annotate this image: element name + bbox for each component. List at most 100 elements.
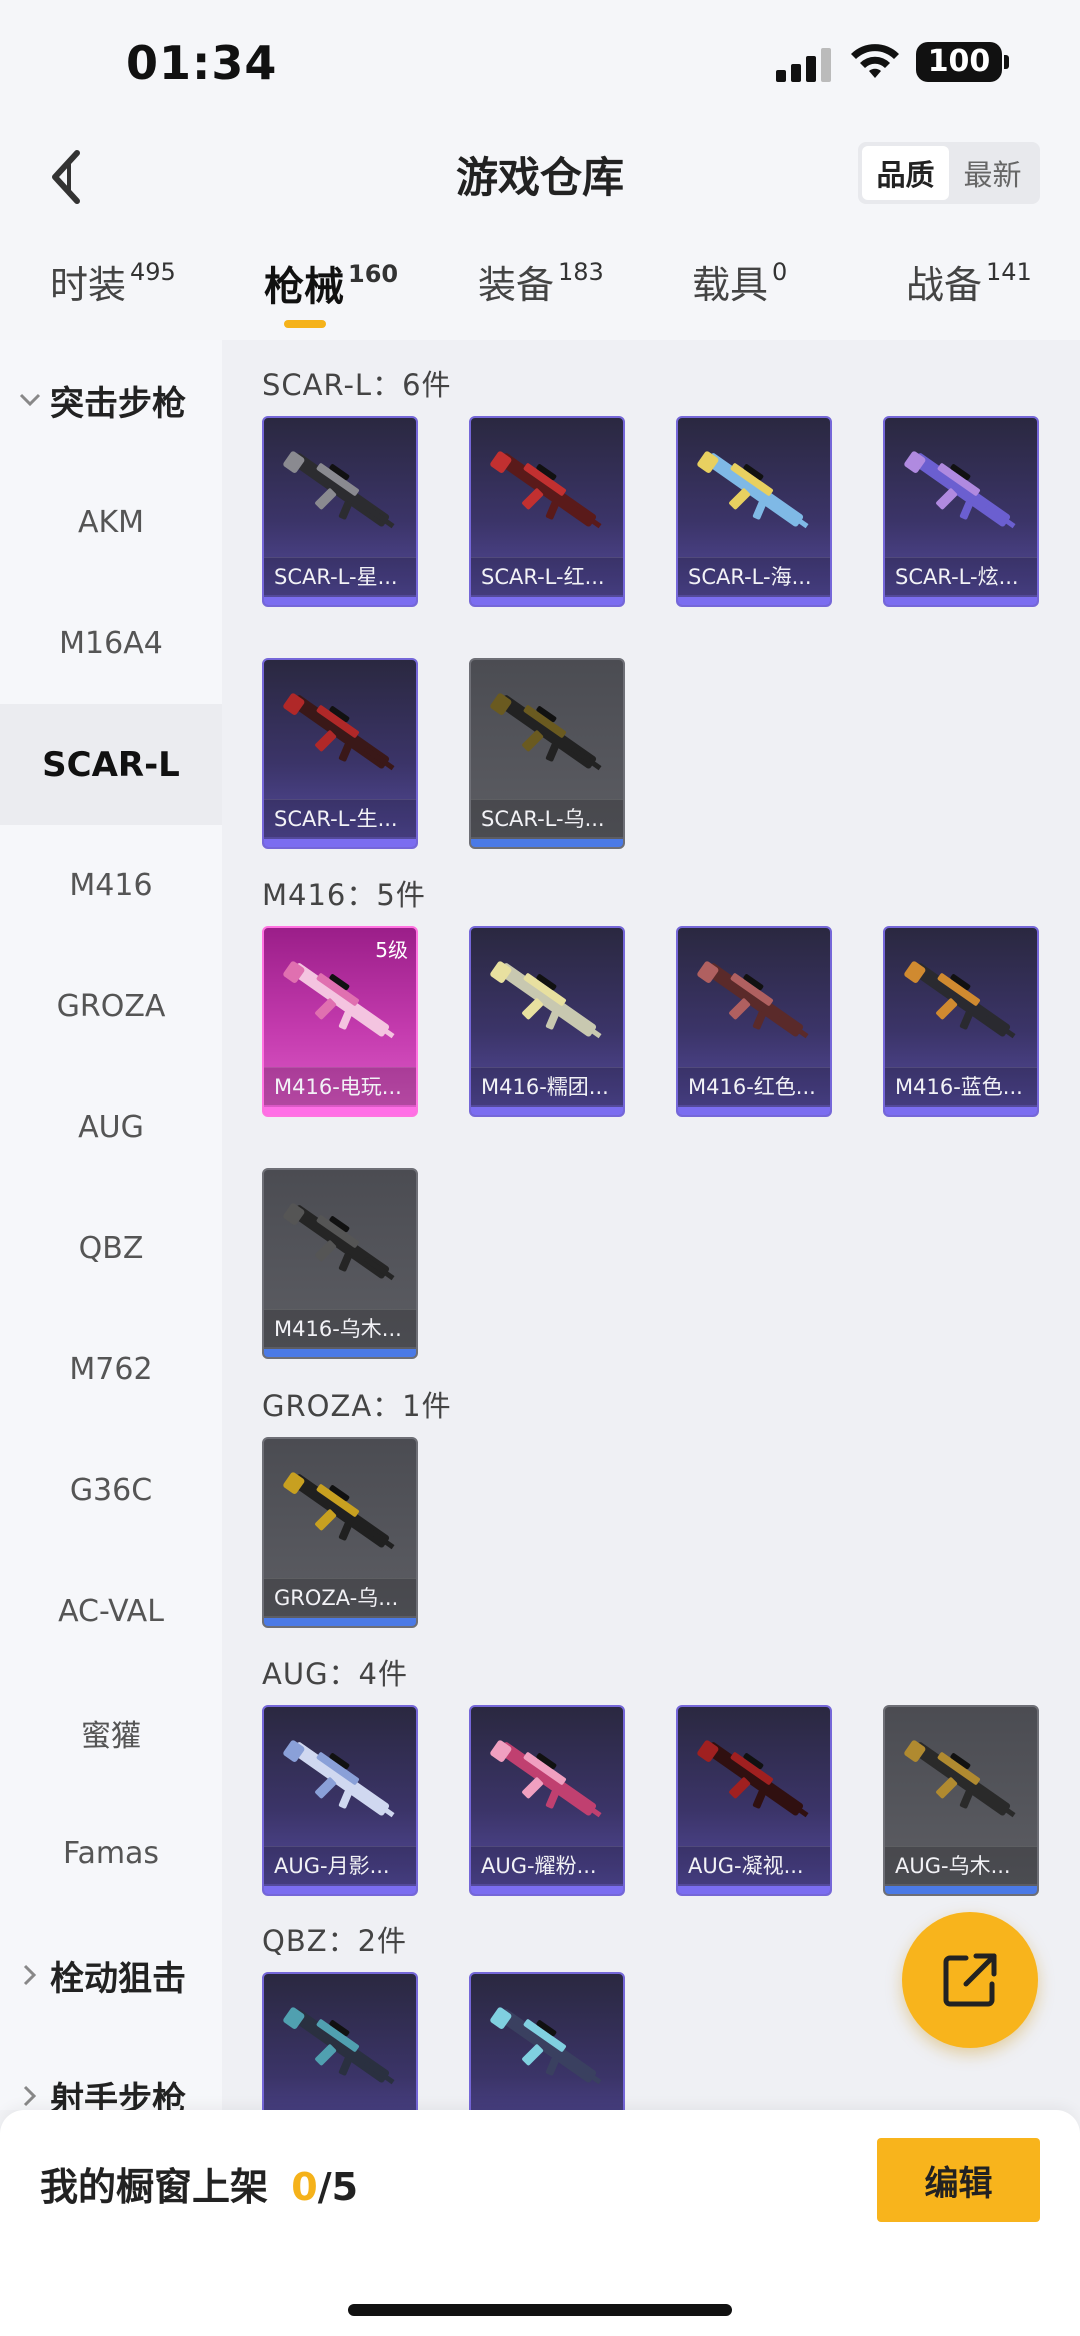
weapon-grid: SCAR-L：6件 SCAR-L-星... SCAR-L-红... SCAR-L-海.…	[222, 340, 1080, 2110]
sidebar-item[interactable]: AC-VAL	[0, 1551, 222, 1672]
tab-equipment[interactable]: 装备 183	[478, 254, 604, 309]
rarity-bar	[885, 1107, 1037, 1115]
section-title: M416：5件	[262, 878, 426, 912]
tab-vehicles[interactable]: 载具 0	[692, 254, 787, 309]
tab-label: 装备	[478, 263, 555, 307]
weapon-skin-card[interactable]: M416-红色...	[676, 926, 832, 1117]
rarity-bar	[471, 839, 623, 847]
level-badge: 5级	[375, 938, 408, 962]
rifle-skin-icon	[697, 1740, 809, 1818]
sidebar-item[interactable]: Famas	[0, 1793, 222, 1914]
sidebar-item[interactable]: AKM	[0, 462, 222, 583]
weapon-skin-name: AUG-乌木...	[885, 1846, 1037, 1884]
weapon-skin-card[interactable]	[469, 1972, 625, 2110]
weapon-skin-card[interactable]: SCAR-L-生...	[262, 658, 418, 849]
rifle-skin-icon	[904, 1740, 1016, 1818]
tab-label: 战备	[906, 263, 983, 307]
sidebar-item[interactable]: QBZ	[0, 1188, 222, 1309]
rarity-bar	[678, 1886, 830, 1894]
tab-supplies[interactable]: 战备 141	[906, 254, 1032, 309]
weapon-skin-name: GROZA-乌...	[264, 1578, 416, 1616]
weapon-skin-card[interactable]: 5级 M416-电玩...	[262, 926, 418, 1117]
rarity-bar	[264, 597, 416, 605]
weapon-skin-card[interactable]: M416-乌木...	[262, 1168, 418, 1359]
weapon-skin-card[interactable]: AUG-乌木...	[883, 1705, 1039, 1896]
weapon-skin-name: SCAR-L-生...	[264, 799, 416, 837]
rifle-skin-icon	[283, 1472, 395, 1550]
section-title: AUG：4件	[262, 1657, 408, 1691]
rifle-skin-icon	[283, 451, 395, 529]
tab-count: 141	[986, 258, 1032, 286]
header: 游戏仓库 品质 最新	[0, 120, 1080, 232]
rarity-bar	[264, 1618, 416, 1626]
rifle-skin-icon	[283, 693, 395, 771]
weapon-skin-card[interactable]: AUG-耀粉...	[469, 1705, 625, 1896]
showcase-total: /5	[317, 2165, 359, 2209]
sidebar-group-label: 栓动狙击	[50, 1958, 186, 1999]
sort-quality-option[interactable]: 品质	[862, 146, 949, 200]
edit-button[interactable]: 编辑	[877, 2138, 1040, 2222]
rifle-skin-icon	[490, 451, 602, 529]
rifle-skin-icon	[490, 2007, 602, 2085]
tab-fashion[interactable]: 时装 495	[50, 254, 176, 309]
rifle-skin-icon	[697, 451, 809, 529]
rifle-skin-icon	[490, 961, 602, 1039]
status-time: 01:34	[126, 36, 278, 90]
weapon-skin-name: AUG-月影...	[264, 1846, 416, 1884]
rarity-bar	[471, 597, 623, 605]
sidebar-group-bolt-action[interactable]: 栓动狙击	[0, 1925, 222, 2025]
rifle-skin-icon	[490, 693, 602, 771]
sidebar-item[interactable]: M416	[0, 825, 222, 946]
rifle-skin-icon	[283, 1740, 395, 1818]
chevron-right-icon	[16, 2085, 44, 2107]
weapon-skin-card[interactable]: GROZA-乌...	[262, 1437, 418, 1628]
weapon-skin-card[interactable]: M416-糯团...	[469, 926, 625, 1117]
showcase-bar: 我的橱窗上架 0/5 编辑	[0, 2110, 1080, 2336]
weapon-skin-name: SCAR-L-海...	[678, 557, 830, 595]
rarity-bar	[471, 1107, 623, 1115]
tab-label: 时装	[50, 263, 127, 307]
share-icon	[943, 1953, 997, 2007]
weapon-skin-card[interactable]: SCAR-L-乌...	[469, 658, 625, 849]
weapon-skin-card[interactable]: SCAR-L-炫...	[883, 416, 1039, 607]
weapon-skin-card[interactable]	[262, 1972, 418, 2110]
sort-newest-option[interactable]: 最新	[949, 146, 1036, 200]
weapon-skin-name: M416-蓝色...	[885, 1067, 1037, 1105]
sidebar-item[interactable]: 蜜獾	[0, 1672, 222, 1793]
weapon-skin-card[interactable]: SCAR-L-星...	[262, 416, 418, 607]
weapon-skin-card[interactable]: AUG-月影...	[262, 1705, 418, 1896]
weapon-skin-card[interactable]: M416-蓝色...	[883, 926, 1039, 1117]
weapon-skin-card[interactable]: AUG-凝视...	[676, 1705, 832, 1896]
sidebar-item[interactable]: G36C	[0, 1430, 222, 1551]
showcase-label: 我的橱窗上架	[40, 2165, 269, 2209]
sort-toggle: 品质 最新	[858, 142, 1040, 204]
showcase-status: 我的橱窗上架 0/5	[40, 2156, 358, 2211]
sidebar-item[interactable]: M16A4	[0, 583, 222, 704]
sidebar-group-assault-rifles[interactable]: 突击步枪	[0, 350, 222, 450]
weapon-skin-name: M416-红色...	[678, 1067, 830, 1105]
sidebar-group-marksman[interactable]: 射手步枪	[0, 2046, 222, 2110]
share-button[interactable]	[902, 1912, 1038, 2048]
weapon-skin-name: SCAR-L-星...	[264, 557, 416, 595]
sidebar-item[interactable]: AUG	[0, 1067, 222, 1188]
sidebar-group-label: 突击步枪	[50, 383, 186, 424]
rifle-skin-icon	[490, 1740, 602, 1818]
sidebar-item[interactable]: SCAR-L	[0, 704, 222, 825]
rarity-bar	[264, 1349, 416, 1357]
home-indicator	[348, 2304, 732, 2316]
sidebar-item[interactable]: M762	[0, 1309, 222, 1430]
wifi-icon	[851, 44, 899, 78]
weapon-skin-name: SCAR-L-乌...	[471, 799, 623, 837]
weapon-skin-card[interactable]: SCAR-L-海...	[676, 416, 832, 607]
weapon-skin-name: M416-糯团...	[471, 1067, 623, 1105]
tab-label: 枪械	[264, 264, 344, 310]
rarity-bar	[264, 1107, 416, 1115]
status-bar: 01:34 100	[0, 0, 1080, 120]
section-title: QBZ：2件	[262, 1924, 408, 1958]
weapon-skin-card[interactable]: SCAR-L-红...	[469, 416, 625, 607]
weapon-skin-name: M416-乌木...	[264, 1309, 416, 1347]
sidebar-item[interactable]: GROZA	[0, 946, 222, 1067]
weapon-skin-name: AUG-耀粉...	[471, 1846, 623, 1884]
tab-guns[interactable]: 枪械 160	[264, 254, 398, 312]
rarity-bar	[264, 1886, 416, 1894]
